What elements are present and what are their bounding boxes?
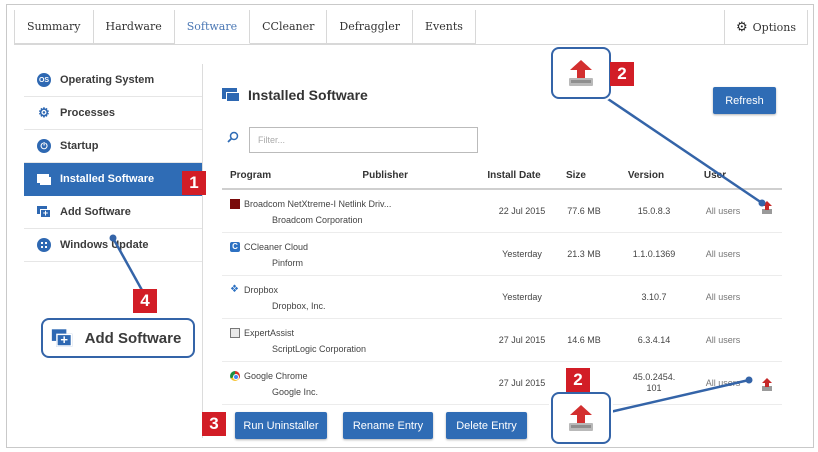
sidebar-item-label: Installed Software <box>60 173 155 185</box>
program-version: 15.0.8.3 <box>637 205 671 216</box>
column-header-version[interactable]: Version <box>604 170 688 181</box>
windows-icon <box>37 238 51 252</box>
install-date: 27 Jul 2015 <box>498 378 546 388</box>
uninstall-icon <box>569 60 593 86</box>
program-name: ExpertAssist <box>244 328 295 338</box>
table-row[interactable]: ExpertAssist ScriptLogic Corporation 27 … <box>222 319 782 362</box>
tab-hardware[interactable]: Hardware <box>93 10 175 44</box>
program-user: All users <box>705 205 741 216</box>
install-date: Yesterday <box>502 292 542 302</box>
callout-zoom-uninstall-icon <box>551 47 611 99</box>
program-name: CCleaner Cloud <box>244 242 309 252</box>
sidebar-item-add-software[interactable]: + Add Software <box>24 196 202 229</box>
program-size: 21.3 MB <box>567 249 601 259</box>
program-name: Broadcom NetXtreme-I Netlink Driv... <box>244 199 392 209</box>
add-window-icon: + <box>37 206 51 218</box>
program-user: All users <box>705 377 741 388</box>
program-version: 1.1.0.1369 <box>632 248 676 259</box>
table-row[interactable]: ❖ Dropbox Dropbox, Inc. Yesterday 3.10.7 … <box>222 276 782 319</box>
version-line: 101 <box>646 383 662 393</box>
column-header-program[interactable]: Program <box>230 170 271 181</box>
tab-divider <box>14 44 806 45</box>
program-name: Google Chrome <box>244 371 308 381</box>
broadcom-icon <box>230 199 240 209</box>
rename-entry-button[interactable]: Rename Entry <box>343 412 433 439</box>
sidebar-item-windows-update[interactable]: Windows Update <box>24 229 202 262</box>
page-title-text: Installed Software <box>248 87 368 103</box>
column-header-size[interactable]: Size <box>548 170 604 181</box>
os-icon: OS <box>37 73 51 87</box>
options-label: Options <box>752 20 796 34</box>
callout-badge-2: 2 <box>566 368 590 392</box>
sidebar-item-installed-software[interactable]: Installed Software <box>24 163 202 196</box>
tab-summary[interactable]: Summary <box>14 10 94 44</box>
sidebar-item-processes[interactable]: ⚙ Processes <box>24 97 202 130</box>
tab-defraggler[interactable]: Defraggler <box>327 10 413 44</box>
sidebar-item-label: Windows Update <box>60 239 149 251</box>
column-header-install-date[interactable]: Install Date <box>480 170 548 181</box>
program-user: All users <box>705 248 741 259</box>
callout-badge-3: 3 <box>202 412 226 436</box>
tab-events[interactable]: Events <box>413 10 476 44</box>
program-publisher: Google Inc. <box>272 387 319 397</box>
table-header: Program Publisher Install Date Size Vers… <box>222 163 782 190</box>
program-size: 77.6 MB <box>567 206 601 216</box>
delete-entry-button[interactable]: Delete Entry <box>446 412 527 439</box>
page-title: Installed Software <box>222 87 368 103</box>
uninstall-icon <box>569 405 593 431</box>
tab-software[interactable]: Software <box>174 10 251 44</box>
install-date: Yesterday <box>502 249 542 259</box>
program-publisher: Broadcom Corporation <box>272 215 363 225</box>
table-row[interactable]: Broadcom NetXtreme-I Netlink Driv... Bro… <box>222 190 782 233</box>
version-line: 45.0.2454. <box>632 372 676 382</box>
install-date: 27 Jul 2015 <box>498 335 546 345</box>
window-icon <box>222 88 240 102</box>
sidebar-item-label: Operating System <box>60 74 155 86</box>
program-publisher: Pinform <box>272 258 304 268</box>
program-size: 14.6 MB <box>567 335 601 345</box>
sidebar-item-startup[interactable]: ⏻ Startup <box>24 130 202 163</box>
program-user: All users <box>705 334 741 345</box>
window-icon <box>37 173 51 185</box>
dropbox-icon: ❖ <box>230 284 239 295</box>
callout-zoom-add-software: + Add Software <box>41 318 195 358</box>
sidebar-item-label: Processes <box>60 107 116 119</box>
ccleaner-icon: C <box>230 242 240 252</box>
program-publisher: ScriptLogic Corporation <box>272 344 367 354</box>
callout-badge-4: 4 <box>133 289 157 313</box>
install-date: 22 Jul 2015 <box>498 206 546 216</box>
table-row[interactable]: C CCleaner Cloud Pinform Yesterday 21.3 M… <box>222 233 782 276</box>
sidebar-item-operating-system[interactable]: OS Operating System <box>24 64 202 97</box>
callout-add-software-label: Add Software <box>84 329 182 347</box>
program-version: 3.10.7 <box>641 291 667 302</box>
add-window-icon: + <box>51 329 72 347</box>
filter-input[interactable] <box>249 127 478 153</box>
power-icon: ⏻ <box>37 139 51 153</box>
column-header-user[interactable]: User <box>688 170 742 181</box>
sidebar: OS Operating System ⚙ Processes ⏻ Startu… <box>24 64 203 438</box>
expertassist-icon <box>230 328 240 338</box>
program-name: Dropbox <box>244 285 279 295</box>
installed-software-table: Program Publisher Install Date Size Vers… <box>222 163 782 405</box>
program-version: 6.3.4.14 <box>637 334 671 345</box>
chrome-icon <box>230 371 240 381</box>
tab-ccleaner[interactable]: CCleaner <box>250 10 328 44</box>
run-uninstaller-button[interactable]: Run Uninstaller <box>235 412 327 439</box>
sidebar-item-label: Startup <box>60 140 99 152</box>
callout-zoom-uninstall-icon <box>551 392 611 444</box>
program-version: 45.0.2454. 101 <box>612 372 696 394</box>
callout-badge-2: 2 <box>610 62 634 86</box>
program-publisher: Dropbox, Inc. <box>272 301 326 311</box>
table-row[interactable]: Google Chrome Google Inc. 27 Jul 2015 45… <box>222 362 782 405</box>
sidebar-item-label: Add Software <box>60 206 131 218</box>
options-button[interactable]: ⚙ Options <box>724 10 808 45</box>
callout-badge-1: 1 <box>182 171 206 195</box>
program-user: All users <box>705 291 741 302</box>
top-tab-bar: Summary Hardware Software CCleaner Defra… <box>14 10 476 44</box>
search-icon <box>227 131 239 143</box>
gear-icon: ⚙ <box>735 19 748 35</box>
refresh-button[interactable]: Refresh <box>713 87 776 114</box>
processes-icon: ⚙ <box>38 105 50 120</box>
column-header-publisher[interactable]: Publisher <box>362 170 408 181</box>
